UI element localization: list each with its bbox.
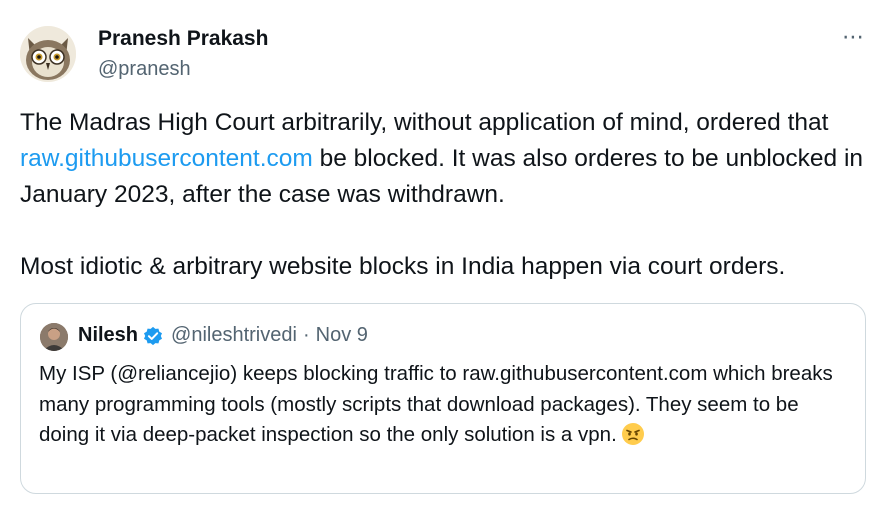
quote-date[interactable]: Nov 9	[316, 324, 368, 347]
tweet-text-prefix: The Madras High Court arbitrarily, witho…	[20, 109, 829, 136]
quote-avatar	[40, 323, 68, 351]
quote-separator: ·	[302, 324, 310, 346]
tweet-text: The Madras High Court arbitrarily, witho…	[20, 105, 870, 285]
tweet-paragraph-1: The Madras High Court arbitrarily, witho…	[20, 105, 870, 213]
angry-face-icon	[621, 423, 644, 445]
quote-body: My ISP (@reliancejio) keeps blocking tra…	[39, 362, 833, 446]
author-display-name[interactable]: Pranesh Prakash	[98, 27, 268, 51]
tweet-paragraph-2: Most idiotic & arbitrary website blocks …	[20, 253, 786, 280]
owl-avatar-icon	[20, 26, 76, 82]
verified-badge-icon	[144, 326, 163, 345]
author-handle[interactable]: @pranesh	[98, 58, 191, 81]
quoted-tweet-card[interactable]: Nilesh @nileshtrivedi · Nov 9 My ISP (@r…	[20, 303, 866, 494]
author-avatar[interactable]	[20, 26, 76, 82]
quote-header: Nilesh @nileshtrivedi · Nov 9	[78, 324, 368, 347]
person-avatar-icon	[40, 323, 68, 351]
quote-handle[interactable]: @nileshtrivedi	[171, 324, 297, 347]
quote-display-name[interactable]: Nilesh	[78, 324, 138, 347]
more-options-icon[interactable]: ⋯	[842, 24, 865, 50]
quote-text: My ISP (@reliancejio) keeps blocking tra…	[39, 359, 849, 451]
tweet-link[interactable]: raw.githubusercontent.com	[20, 145, 313, 172]
